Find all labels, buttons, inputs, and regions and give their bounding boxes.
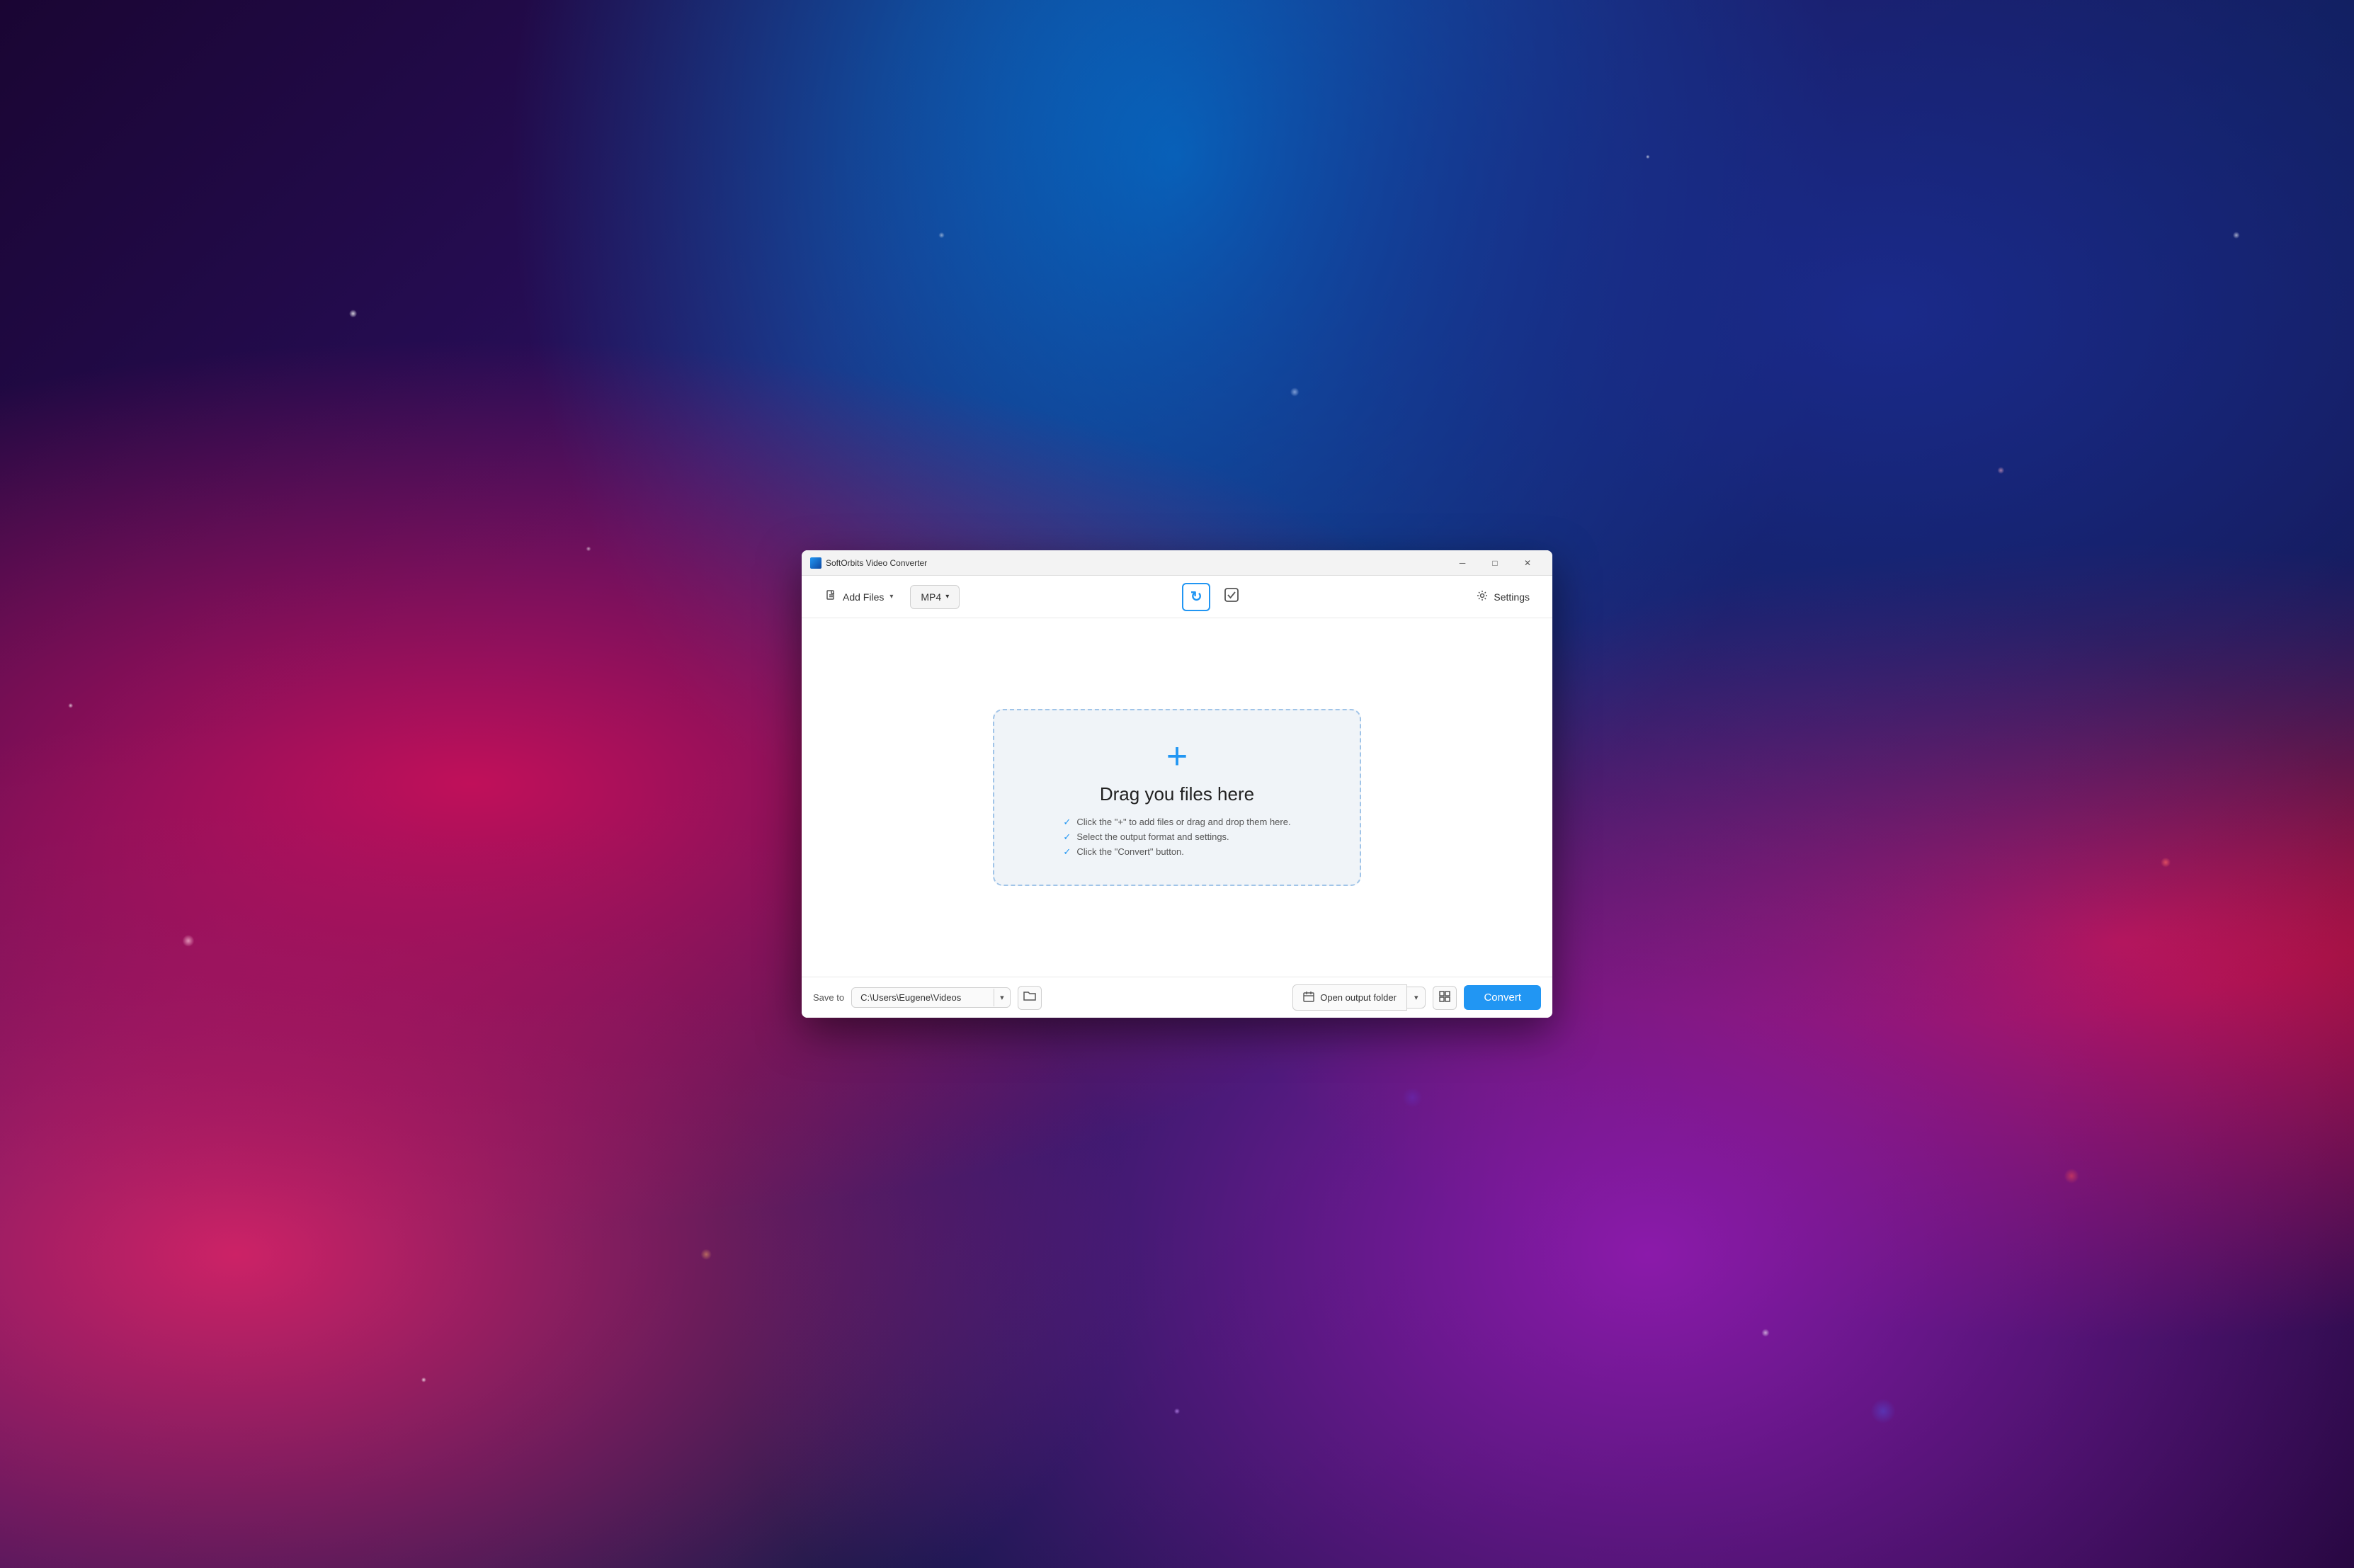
toolbar: Add Files ▾ MP4 ▾ ↻ (802, 576, 1552, 618)
drop-zone-plus-icon: + (1166, 738, 1188, 775)
browse-folder-button[interactable] (1018, 986, 1042, 1010)
maximize-button[interactable]: □ (1479, 550, 1511, 576)
drop-zone[interactable]: + Drag you files here ✓ Click the "+" to… (993, 709, 1361, 886)
settings-button[interactable]: Settings (1468, 584, 1538, 609)
hint-check-icon-2: ✓ (1063, 831, 1071, 843)
save-path-dropdown-icon[interactable]: ▾ (994, 989, 1010, 1006)
drop-zone-title: Drag you files here (1100, 783, 1254, 805)
titlebar: SoftOrbits Video Converter ─ □ ✕ (802, 550, 1552, 576)
drop-zone-hint-2: ✓ Select the output format and settings. (1063, 831, 1290, 843)
hint-check-icon-1: ✓ (1063, 817, 1071, 828)
minimize-button[interactable]: ─ (1446, 550, 1479, 576)
refresh-icon: ↻ (1190, 588, 1202, 606)
save-path-text: C:\Users\Eugene\Videos (852, 988, 994, 1007)
grid-icon (1439, 991, 1450, 1004)
convert-label: Convert (1484, 992, 1521, 1004)
add-files-dropdown-icon: ▾ (889, 593, 893, 601)
window-controls: ─ □ ✕ (1446, 550, 1544, 576)
check-button[interactable] (1217, 583, 1246, 611)
open-output-group: Open output folder ▾ (1292, 984, 1426, 1011)
footer: Save to C:\Users\Eugene\Videos ▾ (802, 977, 1552, 1018)
format-label: MP4 (921, 591, 941, 603)
refresh-button[interactable]: ↻ (1182, 583, 1210, 611)
open-output-label: Open output folder (1320, 992, 1397, 1003)
app-window: SoftOrbits Video Converter ─ □ ✕ Add Fil… (802, 550, 1552, 1018)
drop-zone-hint-1: ✓ Click the "+" to add files or drag and… (1063, 817, 1290, 828)
format-dropdown-icon: ▾ (945, 593, 949, 601)
save-path-selector[interactable]: C:\Users\Eugene\Videos ▾ (851, 987, 1011, 1008)
hint-text-3: Click the "Convert" button. (1076, 846, 1184, 857)
app-icon (810, 557, 821, 569)
window-title: SoftOrbits Video Converter (826, 558, 1446, 568)
drop-zone-hints: ✓ Click the "+" to add files or drag and… (1063, 817, 1290, 858)
checkmark-icon (1224, 587, 1239, 606)
open-output-button[interactable]: Open output folder (1292, 984, 1407, 1011)
file-icon (826, 590, 837, 603)
format-selector[interactable]: MP4 ▾ (910, 585, 960, 609)
drop-zone-hint-3: ✓ Click the "Convert" button. (1063, 846, 1290, 858)
save-to-label: Save to (813, 992, 844, 1003)
main-content: + Drag you files here ✓ Click the "+" to… (802, 618, 1552, 977)
settings-gear-icon (1477, 590, 1488, 603)
close-button[interactable]: ✕ (1511, 550, 1544, 576)
calendar-icon (1303, 991, 1314, 1004)
open-output-dropdown[interactable]: ▾ (1407, 987, 1426, 1009)
hint-check-icon-3: ✓ (1063, 846, 1071, 858)
grid-view-button[interactable] (1433, 986, 1457, 1010)
hint-text-1: Click the "+" to add files or drag and d… (1076, 817, 1290, 827)
convert-button[interactable]: Convert (1464, 985, 1541, 1010)
folder-icon (1023, 990, 1036, 1005)
add-files-label: Add Files (843, 591, 884, 603)
hint-text-2: Select the output format and settings. (1076, 831, 1229, 842)
settings-label: Settings (1494, 591, 1530, 603)
add-files-button[interactable]: Add Files ▾ (816, 584, 903, 609)
